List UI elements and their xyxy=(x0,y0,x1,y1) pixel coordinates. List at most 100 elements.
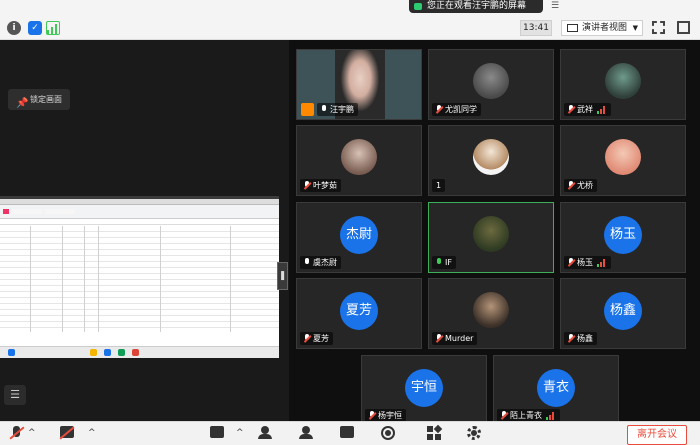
participant-tile[interactable]: 杰尉 虞杰尉 xyxy=(296,202,422,273)
participant-name-tag: 尤凯同学 xyxy=(432,103,481,116)
mic-muted-icon xyxy=(303,334,312,343)
participant-name-tag: 杨玉 xyxy=(564,256,611,269)
avatar: 宇恒 xyxy=(405,369,443,407)
participant-name: 虞杰尉 xyxy=(313,258,337,267)
avatar: 青衣 xyxy=(537,369,575,407)
lock-screen-button[interactable]: 📌 锁定画面 xyxy=(8,89,70,110)
mic-muted-icon xyxy=(368,411,377,420)
banner-menu-icon[interactable]: ☰ xyxy=(548,1,562,11)
avatar xyxy=(605,63,641,99)
share-screen-icon[interactable] xyxy=(208,426,226,442)
participant-name: IF xyxy=(445,258,452,267)
participant-name-tag: 杨鑫 xyxy=(564,332,597,345)
record-icon[interactable] xyxy=(380,426,398,442)
avatar xyxy=(473,63,509,99)
participant-tile[interactable]: 叶梦茹 xyxy=(296,125,422,196)
participant-name-tag: 尤桥 xyxy=(564,179,597,192)
mic-muted-icon xyxy=(303,181,312,190)
info-icon[interactable]: i xyxy=(7,21,21,35)
participant-list-icon[interactable]: ☰ xyxy=(4,385,26,405)
network-signal-icon xyxy=(597,105,607,114)
participant-tile[interactable]: 1 xyxy=(428,125,554,196)
participant-name-tag: IF xyxy=(432,256,456,269)
participant-name: 杨宇恒 xyxy=(378,411,402,420)
mic-muted-icon xyxy=(435,105,444,114)
participant-tile[interactable]: 汪宇鹏 xyxy=(296,49,422,120)
participant-name-tag: 武祥 xyxy=(564,103,611,116)
formula-bar xyxy=(0,219,279,225)
mic-muted-icon xyxy=(500,411,509,420)
speaker-view-button[interactable]: 演讲者视图 ▼ xyxy=(561,20,643,36)
invite-icon[interactable] xyxy=(258,426,276,442)
participant-name: 陌上青衣 xyxy=(510,411,542,420)
network-signal-icon xyxy=(546,411,556,420)
pin-icon: 📌 xyxy=(16,98,29,109)
participant-name: 杨鑫 xyxy=(577,334,593,343)
grid-icon[interactable] xyxy=(677,21,690,34)
collapse-gallery-handle[interactable]: ❚ xyxy=(277,262,288,290)
host-badge-icon xyxy=(301,103,314,116)
participant-tile[interactable]: 夏芳 夏芳 xyxy=(296,278,422,349)
mic-muted-icon xyxy=(567,258,576,267)
participant-tile[interactable]: 杨鑫 杨鑫 xyxy=(560,278,686,349)
share-banner-text: 您正在观看汪宇鹏的屏幕 xyxy=(427,1,527,11)
participant-name: 汪宇鹏 xyxy=(330,105,354,114)
lock-screen-label: 锁定画面 xyxy=(30,95,62,104)
participants-icon[interactable] xyxy=(298,426,316,442)
layout-icon xyxy=(567,24,578,32)
mute-mic-icon[interactable] xyxy=(8,426,26,442)
participant-name: 夏芳 xyxy=(313,334,329,343)
participant-name: 武祥 xyxy=(577,105,593,114)
avatar: 杨玉 xyxy=(604,216,642,254)
windows-taskbar xyxy=(0,346,279,358)
participant-tile[interactable]: 尤桥 xyxy=(560,125,686,196)
avatar: 夏芳 xyxy=(340,292,378,330)
mic-muted-icon xyxy=(567,181,576,190)
participant-name: 叶梦茹 xyxy=(313,181,337,190)
share-banner: 您正在观看汪宇鹏的屏幕 xyxy=(409,0,543,13)
shared-screen-area: 📌 锁定画面 ❚ ☰ xyxy=(0,40,289,421)
participant-tile[interactable]: 尤凯同学 xyxy=(428,49,554,120)
chevron-up-icon[interactable]: ^ xyxy=(28,428,36,438)
shield-icon[interactable]: ✓ xyxy=(28,21,42,35)
avatar xyxy=(473,139,509,175)
screen-share-icon xyxy=(414,3,422,10)
participant-name-tag: 叶梦茹 xyxy=(300,179,341,192)
bottom-toolbar: ^ ^ ^ 离开会议 xyxy=(0,421,700,445)
avatar xyxy=(473,292,509,328)
spreadsheet-grid xyxy=(0,226,279,332)
participant-name-tag: 夏芳 xyxy=(300,332,333,345)
avatar: 杨鑫 xyxy=(604,292,642,330)
participant-tile[interactable]: IF xyxy=(428,202,554,273)
participant-name-tag: 虞杰尉 xyxy=(300,256,341,269)
participant-name: 尤凯同学 xyxy=(445,105,477,114)
participant-name-tag: 1 xyxy=(432,179,446,192)
participant-name: 尤桥 xyxy=(577,181,593,190)
participant-tile[interactable]: 武祥 xyxy=(560,49,686,120)
mic-icon xyxy=(320,105,327,114)
participant-tile[interactable]: 宇恒 杨宇恒 xyxy=(361,355,487,426)
participant-tile[interactable]: 青衣陌上青衣 xyxy=(493,355,619,426)
meeting-clock: 13:41 xyxy=(520,20,552,36)
stop-video-icon[interactable] xyxy=(58,426,76,442)
top-bar: 您正在观看汪宇鹏的屏幕 ☰ i ✓ 13:41 演讲者视图 ▼ xyxy=(0,0,700,40)
participant-tile[interactable]: 杨玉 杨玉 xyxy=(560,202,686,273)
shared-spreadsheet-image xyxy=(0,196,279,358)
signal-icon[interactable] xyxy=(46,21,60,35)
participant-name: Murder xyxy=(445,334,474,343)
chevron-up-icon[interactable]: ^ xyxy=(88,428,96,438)
chevron-up-icon[interactable]: ^ xyxy=(236,428,244,438)
chat-icon[interactable] xyxy=(338,426,356,442)
leave-meeting-button[interactable]: 离开会议 xyxy=(627,425,687,445)
settings-gear-icon[interactable] xyxy=(466,426,484,442)
speaker-view-label: 演讲者视图 xyxy=(582,23,628,33)
mic-muted-icon xyxy=(567,334,576,343)
avatar xyxy=(605,139,641,175)
participant-name: 1 xyxy=(436,181,442,190)
participant-tile[interactable]: Murder xyxy=(428,278,554,349)
participant-name-tag: 汪宇鹏 xyxy=(317,103,358,116)
mic-icon xyxy=(435,258,442,267)
apps-icon[interactable] xyxy=(426,424,444,442)
fullscreen-icon[interactable] xyxy=(652,21,665,34)
participant-name: 杨玉 xyxy=(577,258,593,267)
